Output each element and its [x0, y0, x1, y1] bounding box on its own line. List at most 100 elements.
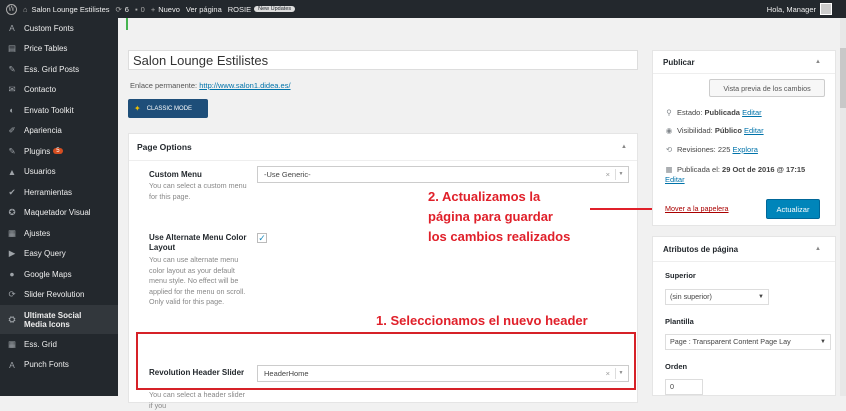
- move-to-trash-link[interactable]: Mover a la papelera: [665, 204, 729, 213]
- page-attributes-box: Atributos de página ▲ Superior (sin supe…: [652, 236, 836, 396]
- sidebar-item[interactable]: ⛭ Ultimate Social Media Icons: [0, 305, 118, 334]
- page-attributes-header[interactable]: Atributos de página ▲: [653, 237, 835, 262]
- sidebar-item-label: Custom Fonts: [24, 23, 74, 33]
- template-select[interactable]: Page : Transparent Content Page Lay ▼: [665, 334, 831, 350]
- menu-icon: ▦: [7, 227, 17, 238]
- sidebar-item-label: Contacto: [24, 85, 57, 95]
- notice-marker: [126, 18, 128, 30]
- preview-changes-button[interactable]: Vista previa de los cambios: [709, 79, 825, 97]
- parent-label: Superior: [665, 271, 696, 280]
- update-count-badge: 5: [53, 148, 63, 155]
- sidebar-item-label: Slider Revolution: [24, 290, 85, 300]
- alt-menu-desc: You can use alternate menu color layout …: [149, 255, 246, 306]
- home-icon: ⌂: [23, 4, 28, 14]
- sidebar-item[interactable]: ✐ Apariencia: [0, 121, 118, 142]
- edit-status-link[interactable]: Editar: [742, 108, 762, 117]
- edit-date-link[interactable]: Editar: [665, 175, 685, 184]
- permalink-url-link[interactable]: http://www.salon1.didea.es/: [199, 81, 290, 90]
- published-edit-row: Editar: [665, 175, 685, 184]
- menu-icon: ▶: [8, 248, 16, 259]
- scrollbar-thumb[interactable]: [840, 48, 846, 108]
- sidebar-item[interactable]: ▲ Usuarios: [0, 162, 118, 183]
- menu-icon: ✪: [8, 207, 16, 218]
- collapse-arrow-icon[interactable]: ▲: [621, 144, 627, 150]
- collapse-arrow-icon[interactable]: ▲: [815, 246, 821, 252]
- sidebar-item[interactable]: ✔ Herramientas: [0, 182, 118, 203]
- sidebar-item-label: Price Tables: [24, 44, 68, 54]
- rev-slider-desc: You can select a header slider if you: [149, 390, 246, 410]
- calendar-icon: ▦: [665, 165, 673, 174]
- post-title-input[interactable]: Salon Lounge Estilistes: [128, 50, 638, 70]
- publish-header[interactable]: Publicar ▲: [653, 51, 835, 74]
- page-scrollbar[interactable]: [840, 18, 846, 396]
- visibility-row: ◉ Visibilidad: Público Editar: [665, 126, 764, 135]
- sidebar-item[interactable]: ▦ Ess. Grid: [0, 334, 118, 355]
- sidebar-item[interactable]: A Custom Fonts: [0, 18, 118, 39]
- menu-icon: A: [9, 23, 15, 34]
- permalink: Enlace permanente: http://www.salon1.did…: [130, 81, 291, 90]
- revisions-row: ⟲ Revisiones: 225 Explora: [665, 145, 758, 154]
- sidebar-item[interactable]: ⟳ Slider Revolution: [0, 285, 118, 306]
- order-input[interactable]: 0: [665, 379, 703, 395]
- sidebar-item-label: Ess. Grid: [24, 339, 57, 349]
- sidebar-item-label: Ess. Grid Posts: [24, 64, 80, 74]
- sidebar-item[interactable]: A Punch Fonts: [0, 355, 118, 376]
- comments-link[interactable]: ▪ 0: [135, 5, 145, 14]
- sidebar-item[interactable]: ◐ Envato Toolkit: [0, 100, 118, 121]
- sidebar-item[interactable]: ▦ Ajustes: [0, 223, 118, 244]
- template-label: Plantilla: [665, 317, 694, 326]
- sidebar-item[interactable]: ✉ Contacto: [0, 80, 118, 101]
- wordpress-logo-icon[interactable]: W: [6, 3, 17, 15]
- sidebar-item-label: Envato Toolkit: [24, 105, 74, 115]
- admin-sidebar: A Custom Fonts ▤ Price Tables ✎ Ess. Grid Pos…: [0, 18, 118, 396]
- sidebar-item[interactable]: ▶ Easy Query: [0, 244, 118, 265]
- highlight-box: [136, 332, 636, 390]
- menu-icon: ▤: [7, 43, 17, 54]
- collapse-arrow-icon[interactable]: ▲: [815, 59, 821, 65]
- menu-icon: ●: [9, 269, 15, 280]
- edit-visibility-link[interactable]: Editar: [744, 126, 764, 135]
- chevron-down-icon[interactable]: ▼: [615, 169, 626, 180]
- update-button[interactable]: Actualizar: [766, 199, 820, 219]
- page-options-header[interactable]: Page Options ▲: [129, 134, 637, 161]
- menu-icon: ⟳: [8, 289, 16, 300]
- site-name-link[interactable]: ⌂ Salon Lounge Estilistes: [23, 5, 110, 14]
- menu-icon: A: [9, 359, 15, 370]
- menu-icon: ✐: [8, 125, 16, 136]
- sidebar-item-label: Google Maps: [24, 269, 72, 279]
- new-content-link[interactable]: + Nuevo: [151, 5, 180, 14]
- sidebar-item[interactable]: ✎ Plugins 5: [0, 141, 118, 162]
- clear-icon[interactable]: ×: [606, 167, 610, 182]
- sidebar-item-label: Plugins: [24, 146, 51, 156]
- annotation-step-2: 2. Actualizamos la página para guardar l…: [428, 189, 571, 244]
- chevron-down-icon: ▼: [820, 339, 826, 345]
- sidebar-item[interactable]: ✪ Maquetador Visual: [0, 203, 118, 224]
- plus-icon: +: [150, 4, 156, 14]
- classic-mode-button[interactable]: ✦ CLASSIC MODE: [128, 99, 208, 118]
- rosie-menu[interactable]: ROSIE New Updates: [228, 5, 296, 14]
- sidebar-item-label: Usuarios: [24, 167, 56, 177]
- updates-link[interactable]: ⟳ 6: [116, 5, 129, 14]
- parent-select[interactable]: (sin superior) ▼: [665, 289, 769, 305]
- browse-revisions-link[interactable]: Explora: [732, 145, 757, 154]
- sidebar-item-label: Easy Query: [24, 249, 66, 259]
- published-row: ▦ Publicada el: 29 Oct de 2016 @ 17:15: [665, 165, 806, 174]
- my-account[interactable]: Hola, Manager: [767, 0, 832, 18]
- custom-menu-label: Custom Menu: [149, 170, 202, 179]
- new-updates-badge: New Updates: [254, 6, 296, 12]
- sidebar-item-label: Apariencia: [24, 126, 62, 136]
- alt-menu-checkbox[interactable]: ✓: [257, 233, 267, 243]
- chevron-down-icon: ▼: [758, 294, 764, 300]
- menu-icon: ✎: [8, 63, 16, 74]
- sidebar-item-label: Herramientas: [24, 187, 73, 197]
- pin-icon: ⚲: [666, 108, 672, 117]
- view-page-link[interactable]: Ver página: [186, 5, 222, 14]
- sidebar-item[interactable]: ✎ Ess. Grid Posts: [0, 59, 118, 80]
- sidebar-item-label: Ultimate Social Media Icons: [24, 310, 82, 329]
- annotation-step-1: 1. Seleccionamos el nuevo header: [376, 313, 588, 328]
- comment-icon: ▪: [134, 4, 138, 14]
- sidebar-item[interactable]: ▤ Price Tables: [0, 39, 118, 60]
- custom-menu-select[interactable]: -Use Generic- × ▼: [257, 166, 629, 183]
- sidebar-item-label: Ajustes: [24, 228, 51, 238]
- sidebar-item[interactable]: ● Google Maps: [0, 264, 118, 285]
